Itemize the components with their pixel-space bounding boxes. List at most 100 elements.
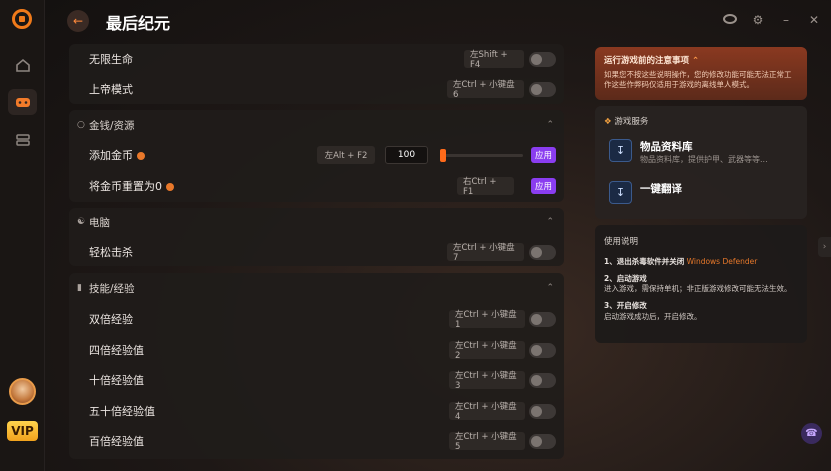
notice-title-wrap[interactable]: 运行游戏前的注意事项 ⌃ bbox=[604, 54, 798, 66]
expand-panel-button[interactable]: › bbox=[818, 237, 831, 257]
usage-step-body: 启动游戏成功后，开启修改。 bbox=[604, 311, 702, 321]
cheat-toggle[interactable] bbox=[529, 81, 556, 97]
cheat-label: 无限生命 bbox=[89, 53, 133, 66]
service-title: 一键翻译 bbox=[640, 183, 682, 195]
vip-badge[interactable]: VIP bbox=[7, 421, 38, 441]
gold-slider-thumb[interactable] bbox=[440, 148, 446, 162]
window-controls: ⚙ – ✕ bbox=[723, 13, 821, 27]
usage-step: 1、退出杀毒软件并关闭 Windows Defender bbox=[604, 257, 798, 267]
sidebar-item-home[interactable] bbox=[8, 52, 37, 78]
cheat-label: 双倍经验 bbox=[89, 313, 133, 326]
cheat-toggle[interactable] bbox=[529, 51, 556, 67]
usage-step-heading: 3、开启修改 bbox=[604, 301, 647, 311]
apply-button[interactable]: 应用 bbox=[531, 178, 556, 194]
section-header-skills[interactable]: ▮ 技能/经验 ⌃ bbox=[69, 274, 564, 302]
cheat-row: 轻松击杀 左Ctrl + 小键盘7 bbox=[69, 237, 564, 267]
download-icon: ↧ bbox=[609, 139, 632, 162]
cheat-row: 四倍经验值 左Ctrl + 小键盘2 bbox=[69, 335, 564, 365]
back-button[interactable]: ← bbox=[67, 10, 89, 32]
info-icon[interactable] bbox=[137, 152, 145, 160]
cheat-row: 百倍经验值 左Ctrl + 小键盘5 bbox=[69, 426, 564, 456]
gamepad-icon bbox=[15, 98, 30, 107]
chevron-up-icon: ⌃ bbox=[691, 56, 700, 66]
hotkey-badge[interactable]: 左Alt + F2 bbox=[317, 146, 375, 164]
chevron-up-icon: ⌃ bbox=[546, 283, 554, 293]
cheat-toggle[interactable] bbox=[529, 403, 556, 419]
chevron-up-icon: ⌃ bbox=[546, 120, 554, 130]
cheat-label: 轻松击杀 bbox=[89, 246, 133, 259]
cheat-label: 五十倍经验值 bbox=[89, 405, 155, 418]
services-card: ❖ 游戏服务 ↧ 物品资料库 物品资料库，提供护甲、武器等等... ↧ 一键翻译 bbox=[595, 106, 807, 219]
section-header-ai[interactable]: ☯ 电脑 ⌃ bbox=[69, 208, 564, 236]
page-title: 最后纪元 bbox=[106, 14, 171, 33]
usage-card: 使用说明 1、退出杀毒软件并关闭 Windows Defender 2、启动游戏… bbox=[595, 225, 807, 343]
minimize-button[interactable]: – bbox=[779, 13, 793, 27]
gold-slider-track[interactable] bbox=[441, 153, 523, 157]
cheat-label: 四倍经验值 bbox=[89, 344, 144, 357]
cheat-row: 无限生命 左Shift + F4 bbox=[69, 44, 564, 74]
services-title: 游戏服务 bbox=[614, 117, 649, 127]
section-title: 电脑 bbox=[89, 216, 110, 229]
cheat-toggle[interactable] bbox=[529, 342, 556, 358]
cheat-row: 上帝模式 左Ctrl + 小键盘6 bbox=[69, 74, 564, 104]
sidebar: VIP bbox=[0, 0, 45, 471]
download-icon: ↧ bbox=[609, 181, 632, 204]
chevron-up-icon: ⌃ bbox=[546, 217, 554, 227]
services-header: ❖ 游戏服务 bbox=[604, 115, 648, 127]
computer-icon: ☯ bbox=[77, 217, 86, 227]
coin-icon: ○ bbox=[77, 120, 85, 130]
close-button[interactable]: ✕ bbox=[807, 13, 821, 27]
avatar[interactable] bbox=[9, 378, 36, 405]
cheat-label: 上帝模式 bbox=[89, 83, 133, 96]
cheat-toggle[interactable] bbox=[529, 311, 556, 327]
cheat-label: 十倍经验值 bbox=[89, 374, 144, 387]
cheat-label: 将金币重置为0 bbox=[89, 180, 162, 193]
hotkey-badge[interactable]: 左Ctrl + 小键盘4 bbox=[449, 402, 525, 422]
cheat-toggle[interactable] bbox=[529, 244, 556, 260]
notice-text: 如果您不按这些说明操作，您的修改功能可能无法正常工作这些作弊码仅适用于游戏的离线… bbox=[604, 70, 792, 90]
app-logo-icon bbox=[12, 9, 32, 29]
section-header-money[interactable]: ○ 金钱/资源 ⌃ bbox=[69, 111, 564, 139]
cheat-toggle[interactable] bbox=[529, 433, 556, 449]
cheat-toggle[interactable] bbox=[529, 372, 556, 388]
hotkey-badge[interactable]: 右Ctrl + F1 bbox=[457, 177, 514, 197]
theme-button[interactable] bbox=[723, 13, 737, 27]
usage-step-body: 进入游戏，需保持单机；非正版游戏修改可能无法生效。 bbox=[604, 284, 792, 294]
hotkey-badge[interactable]: 左Shift + F4 bbox=[464, 50, 524, 70]
apply-button[interactable]: 应用 bbox=[531, 147, 556, 163]
settings-button[interactable]: ⚙ bbox=[751, 13, 765, 27]
cheat-row: 五十倍经验值 左Ctrl + 小键盘4 bbox=[69, 396, 564, 426]
hotkey-badge[interactable]: 左Ctrl + 小键盘6 bbox=[447, 80, 524, 100]
services-icon: ❖ bbox=[604, 117, 612, 127]
notice-title: 运行游戏前的注意事项 bbox=[604, 56, 690, 66]
cheat-label-wrap: 将金币重置为0 bbox=[89, 178, 174, 194]
usage-title: 使用说明 bbox=[604, 237, 639, 247]
minimize-icon: – bbox=[783, 13, 789, 27]
sidebar-item-library[interactable] bbox=[8, 127, 37, 153]
service-title: 物品资料库 bbox=[640, 141, 693, 153]
sidebar-item-games[interactable] bbox=[8, 89, 37, 115]
usage-step: 3、开启修改 启动游戏成功后，开启修改。 bbox=[604, 301, 798, 321]
support-button[interactable]: ☎ bbox=[801, 423, 822, 444]
cheat-label: 百倍经验值 bbox=[89, 435, 144, 448]
usage-step: 2、启动游戏 进入游戏，需保持单机；非正版游戏修改可能无法生效。 bbox=[604, 274, 798, 294]
hotkey-badge[interactable]: 左Ctrl + 小键盘2 bbox=[449, 341, 525, 361]
hotkey-badge[interactable]: 左Ctrl + 小键盘5 bbox=[449, 432, 525, 452]
cheat-row: 十倍经验值 左Ctrl + 小键盘3 bbox=[69, 365, 564, 395]
usage-step-highlight: Windows Defender bbox=[686, 257, 758, 266]
cheat-label: 添加金币 bbox=[89, 149, 133, 162]
info-icon[interactable] bbox=[166, 183, 174, 191]
cheat-row-add-gold: 添加金币 左Alt + F2 100 应用 bbox=[69, 140, 564, 170]
back-arrow-icon: ← bbox=[72, 14, 84, 28]
section-title: 技能/经验 bbox=[89, 282, 135, 295]
cheat-panel-skills: ▮ 技能/经验 ⌃ 双倍经验 左Ctrl + 小键盘1 四倍经验值 左Ctrl … bbox=[69, 273, 564, 459]
headset-icon: ☎ bbox=[805, 428, 818, 439]
cheat-panel-money: ○ 金钱/资源 ⌃ 添加金币 左Alt + F2 100 应用 将金币重置为0 … bbox=[69, 110, 564, 202]
gold-amount-input[interactable]: 100 bbox=[385, 146, 428, 164]
hotkey-badge[interactable]: 左Ctrl + 小键盘3 bbox=[449, 371, 525, 391]
cheat-row: 双倍经验 左Ctrl + 小键盘1 bbox=[69, 304, 564, 334]
bar-chart-icon: ▮ bbox=[77, 283, 82, 293]
hotkey-badge[interactable]: 左Ctrl + 小键盘1 bbox=[449, 310, 525, 330]
hotkey-badge[interactable]: 左Ctrl + 小键盘7 bbox=[447, 243, 524, 263]
cheat-panel-ai: ☯ 电脑 ⌃ 轻松击杀 左Ctrl + 小键盘7 bbox=[69, 208, 564, 266]
